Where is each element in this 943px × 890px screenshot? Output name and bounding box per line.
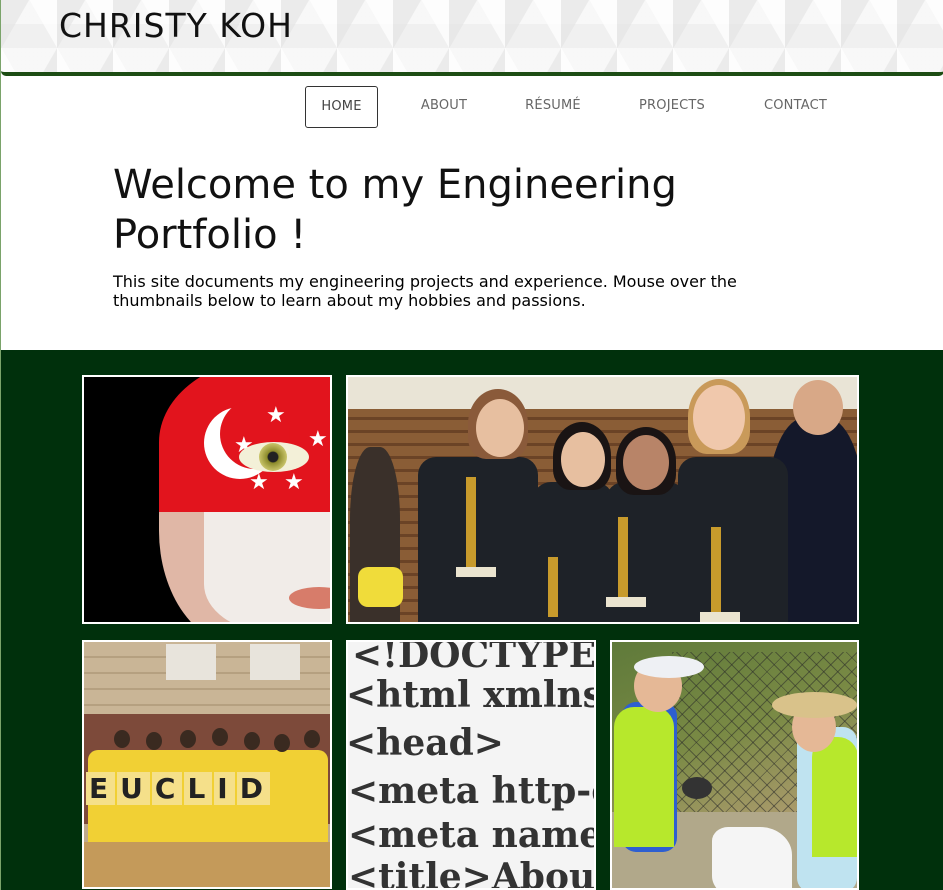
trophy-base	[700, 612, 740, 622]
thumbnail-html-code[interactable]: <!DOCTYPE h <html xmlns= <head> <meta ht…	[346, 640, 596, 890]
trash-bag	[712, 827, 792, 888]
visor-hat	[634, 656, 704, 678]
code-line: <meta http-e	[348, 770, 596, 812]
thumbnail-gallery: ★ ★ ★ ★ ★ E U C L I D <!DOCTYPE <html xm…	[1, 350, 943, 890]
kid-head	[304, 730, 320, 748]
player-head	[476, 399, 524, 457]
thumbnail-community-cleanup[interactable]	[610, 640, 859, 890]
letter-card: E	[86, 772, 116, 805]
star-icon: ★	[249, 470, 269, 495]
euclid-letters: EUCLID	[86, 772, 272, 805]
letter-card: D	[236, 772, 270, 805]
trophy-base	[456, 567, 496, 577]
intro-text: This site documents my engineering proje…	[113, 272, 737, 310]
player-jersey	[418, 457, 538, 622]
safety-vest	[614, 707, 674, 847]
main-nav: HOME ABOUT RÉSUMÉ PROJECTS CONTACT	[1, 86, 943, 128]
trophy	[466, 477, 476, 567]
letter-card: U	[117, 772, 150, 805]
intro-section: Welcome to my Engineering Portfolio ! Th…	[113, 160, 833, 310]
trophy	[618, 517, 628, 597]
kid-head	[180, 730, 196, 748]
glove	[682, 777, 712, 799]
kid-head	[212, 728, 228, 746]
player-jersey	[678, 457, 788, 622]
nav-about[interactable]: ABOUT	[409, 86, 479, 128]
kid-head	[146, 732, 162, 750]
nav-projects[interactable]: PROJECTS	[627, 86, 717, 128]
star-icon: ★	[308, 427, 328, 452]
site-title[interactable]: CHRISTY KOH	[59, 6, 293, 45]
star-icon: ★	[284, 470, 304, 495]
letter-card: C	[151, 772, 183, 805]
trophy	[548, 557, 558, 617]
safety-vest	[812, 737, 857, 857]
wall-panel	[250, 644, 300, 680]
code-line: <title>About	[348, 856, 596, 890]
gym-banner	[348, 377, 857, 409]
site-header: CHRISTY KOH	[1, 0, 943, 76]
eye-iris	[259, 443, 287, 471]
thumbnail-basketball-team[interactable]	[346, 375, 859, 624]
page-title: Welcome to my Engineering Portfolio !	[113, 162, 677, 258]
player-head	[561, 432, 605, 487]
code-line: <!DOCTYPE h	[352, 640, 596, 676]
nav-contact[interactable]: CONTACT	[753, 86, 838, 128]
trophy	[711, 527, 721, 612]
thumbnail-euclid-team[interactable]: EUCLID	[82, 640, 332, 889]
spectator-head	[793, 380, 843, 435]
nav-home[interactable]: HOME	[305, 86, 378, 128]
kid-head	[114, 730, 130, 748]
star-icon: ★	[266, 403, 286, 428]
player-head	[623, 435, 669, 490]
thumbnail-singapore-flag-face[interactable]: ★ ★ ★ ★ ★	[82, 375, 332, 624]
kid-head	[244, 732, 260, 750]
sun-hat	[772, 692, 857, 718]
trophy-base	[606, 597, 646, 607]
gym-floor	[84, 842, 330, 887]
code-line: <html xmlns=	[346, 674, 594, 716]
player-head	[693, 385, 745, 450]
yellow-bag	[358, 567, 403, 607]
wall-panel	[166, 644, 216, 680]
player-jersey	[533, 482, 613, 622]
code-line: <head>	[346, 722, 504, 764]
code-line: <meta name=	[348, 814, 594, 856]
page: CHRISTY KOH HOME ABOUT RÉSUMÉ PROJECTS C…	[0, 0, 943, 890]
letter-card: L	[184, 772, 213, 805]
letter-card: I	[214, 772, 235, 805]
kid-head	[274, 734, 290, 752]
nav-resume[interactable]: RÉSUMÉ	[513, 86, 593, 128]
